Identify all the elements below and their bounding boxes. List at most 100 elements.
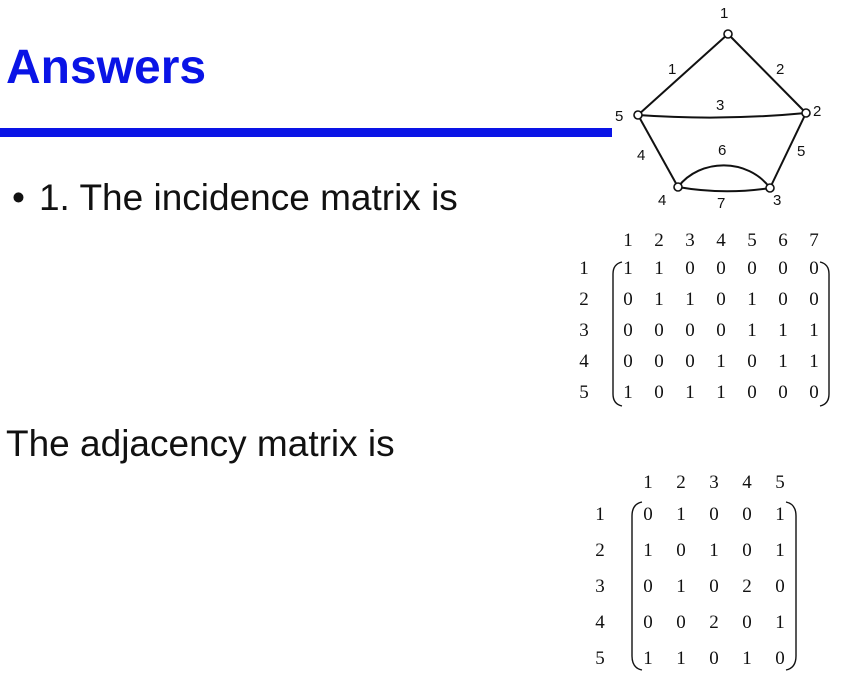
adjacency-cell: 1	[643, 648, 653, 669]
incidence-row-headers: 1 2 3 4 5	[579, 258, 589, 403]
incidence-cell: 1	[778, 320, 788, 341]
incidence-cell: 1	[809, 351, 819, 372]
incidence-cell: 0	[685, 258, 695, 279]
edge-label-6: 6	[718, 142, 726, 159]
incidence-cell: 1	[747, 289, 757, 310]
adjacency-row-header: 5	[595, 648, 605, 669]
adjacency-cell: 0	[676, 612, 686, 633]
adjacency-cell: 0	[643, 504, 653, 525]
incidence-cell: 0	[778, 258, 788, 279]
adjacency-cell: 1	[775, 540, 785, 561]
adjacency-row-header: 4	[595, 612, 605, 633]
adjacency-col-header: 5	[775, 472, 785, 493]
incidence-cell: 0	[623, 289, 633, 310]
incidence-cell: 0	[747, 351, 757, 372]
incidence-col-header: 4	[716, 230, 726, 251]
incidence-cell: 0	[716, 258, 726, 279]
incidence-right-bracket	[819, 261, 830, 407]
incidence-cell: 1	[778, 351, 788, 372]
incidence-cell: 1	[809, 320, 819, 341]
incidence-cell: 0	[809, 382, 819, 403]
incidence-cell: 1	[623, 382, 633, 403]
incidence-cell: 0	[778, 289, 788, 310]
adjacency-cell: 0	[742, 504, 752, 525]
vertex-label-5: 5	[615, 108, 623, 125]
incidence-matrix: 1234567 12345 1 1 0 0 0 0 00 1 1 0 1 0 00 0 0 0 1 1 10 0 0 1 0…	[579, 230, 830, 407]
adjacency-row-header: 3	[595, 576, 605, 597]
adjacency-col-header: 4	[742, 472, 752, 493]
incidence-cell: 0	[747, 258, 757, 279]
adjacency-cell: 1	[676, 648, 686, 669]
incidence-cell: 1	[623, 258, 633, 279]
incidence-cell: 1	[654, 258, 664, 279]
adjacency-col-headers: 1 2 3 4 5	[643, 472, 785, 493]
slide-title: Answers	[6, 41, 207, 94]
adjacency-cell: 1	[643, 540, 653, 561]
incidence-cell: 0	[623, 320, 633, 341]
incidence-cell: 0	[809, 289, 819, 310]
edge-label-4: 4	[637, 147, 645, 164]
adjacency-cell: 0	[742, 612, 752, 633]
incidence-cell: 0	[654, 351, 664, 372]
edge-label-5: 5	[797, 143, 805, 160]
incidence-cell: 0	[716, 320, 726, 341]
adjacency-cell: 2	[709, 612, 719, 633]
incidence-cell: 0	[654, 382, 664, 403]
incidence-col-header: 7	[809, 230, 819, 251]
adjacency-row-header: 1	[595, 504, 605, 525]
adjacency-right-bracket	[785, 501, 797, 671]
incidence-cell: 0	[716, 289, 726, 310]
adjacency-cell: 0	[775, 576, 785, 597]
adjacency-heading: The adjacency matrix is	[6, 423, 395, 464]
vertex-node-1	[723, 29, 733, 39]
incidence-cell: 0	[654, 320, 664, 341]
incidence-cells: 1 1 0 0 0 0 00 1 1 0 1 0 00 0 0 0 1 1 10 0 0 1 0 1 11 0 1 1 0 0 0	[623, 258, 819, 403]
title-underline	[0, 128, 612, 137]
incidence-left-bracket	[612, 261, 623, 407]
adjacency-cell: 1	[775, 504, 785, 525]
bullet-marker: •	[12, 177, 25, 218]
vertex-label-1: 1	[720, 5, 728, 22]
adjacency-col-header: 1	[643, 472, 653, 493]
edge-label-7: 7	[717, 195, 725, 212]
incidence-col-headers: 1234567	[623, 230, 819, 251]
adjacency-left-bracket	[631, 501, 643, 671]
incidence-cell: 0	[685, 351, 695, 372]
vertex-node-5	[633, 110, 643, 120]
adjacency-cell: 1	[775, 612, 785, 633]
incidence-col-header: 1	[623, 230, 633, 251]
adjacency-matrix: 1 2 3 4 5 1 2 3 4 5 0 1 0 0 1 1 0 1 0 1 0 1 0 2 0 0 0 2 0 1 1 1 0 1 0	[595, 472, 797, 671]
incidence-cell: 0	[623, 351, 633, 372]
adjacency-cell: 0	[643, 576, 653, 597]
adjacency-cell: 0	[709, 576, 719, 597]
incidence-col-header: 2	[654, 230, 664, 251]
graph-diagram: 1 2 3 4 5 1 2 3 4 5 6 7	[615, 5, 821, 212]
adjacency-cell: 1	[676, 576, 686, 597]
vertex-node-2	[801, 108, 811, 118]
incidence-cell: 0	[747, 382, 757, 403]
incidence-col-header: 6	[778, 230, 788, 251]
incidence-cell: 1	[716, 351, 726, 372]
incidence-cell: 1	[654, 289, 664, 310]
vertex-label-2: 2	[813, 103, 821, 120]
incidence-row-header: 2	[579, 289, 589, 310]
vertex-node-3	[765, 183, 775, 193]
adjacency-col-header: 3	[709, 472, 719, 493]
incidence-col-header: 3	[685, 230, 695, 251]
edge-line-1	[637, 33, 729, 116]
adjacency-cell: 1	[742, 648, 752, 669]
incidence-cell: 1	[716, 382, 726, 403]
bullet-item: • 1. The incidence matrix is	[12, 176, 458, 220]
edge-line-2	[727, 33, 807, 114]
adjacency-cell: 0	[643, 612, 653, 633]
bullet-text: 1. The incidence matrix is	[38, 177, 458, 218]
edge-label-3: 3	[716, 97, 724, 114]
adjacency-cell: 1	[709, 540, 719, 561]
edge-label-1: 1	[668, 61, 676, 78]
incidence-cell: 1	[685, 382, 695, 403]
incidence-row-header: 3	[579, 320, 589, 341]
adjacency-cell: 1	[676, 504, 686, 525]
incidence-cell: 0	[685, 320, 695, 341]
incidence-row-header: 1	[579, 258, 589, 279]
adjacency-cells: 0 1 0 0 1 1 0 1 0 1 0 1 0 2 0 0 0 2 0 1 1 1 0 1 0	[643, 504, 785, 669]
